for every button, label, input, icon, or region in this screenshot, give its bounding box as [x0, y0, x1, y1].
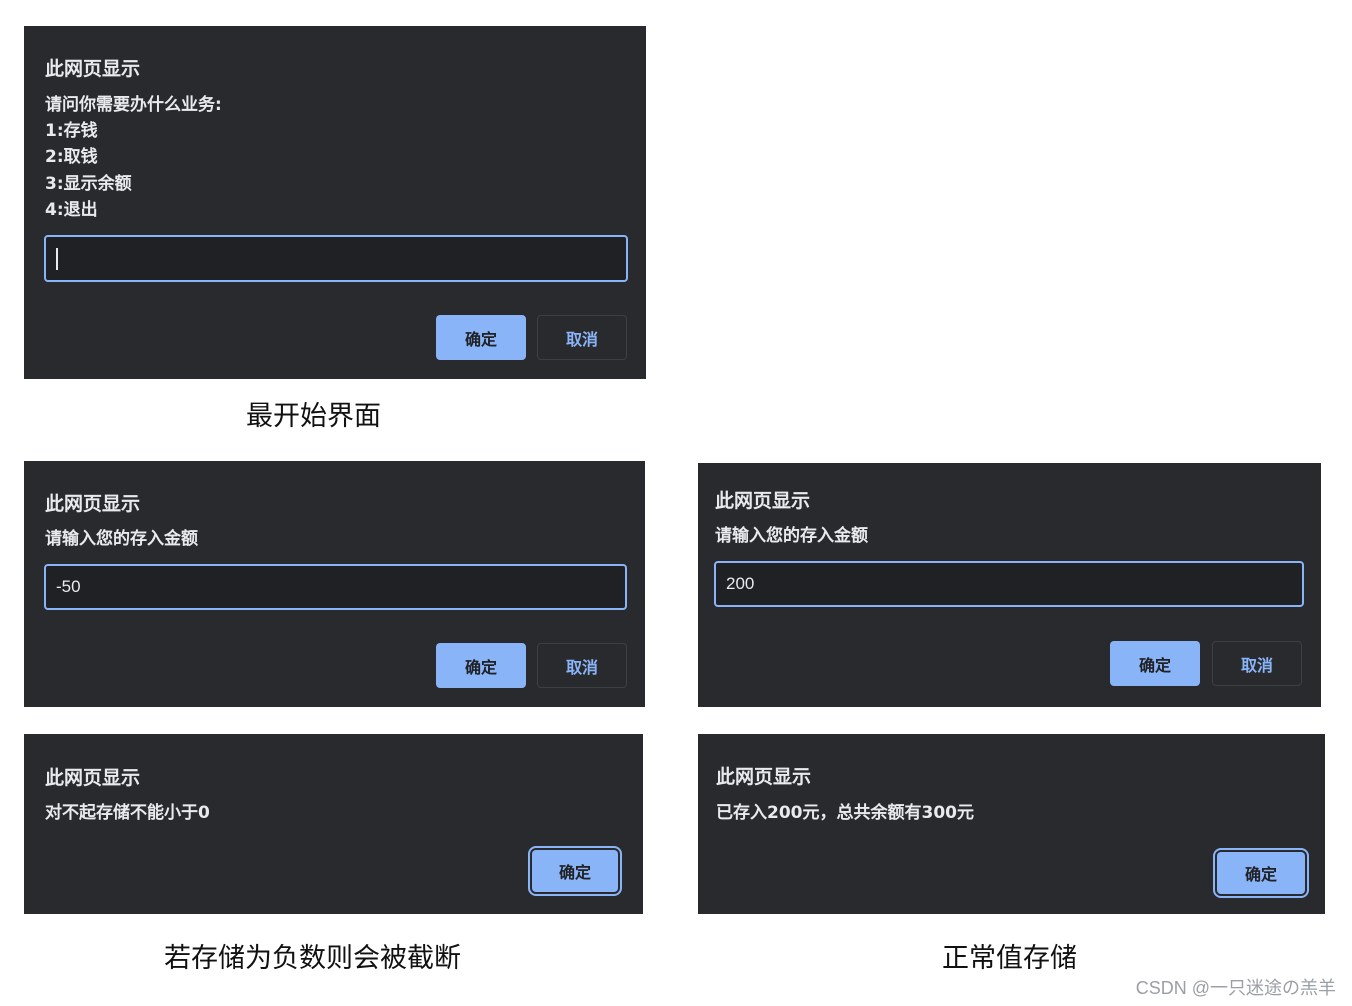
- ok-button[interactable]: 确定: [1110, 641, 1200, 686]
- dialog-message: 对不起存储不能小于0: [45, 803, 210, 823]
- prompt-input-value: -50: [56, 577, 81, 596]
- prompt-input[interactable]: 200: [714, 561, 1304, 607]
- ok-button[interactable]: 确定: [1217, 852, 1305, 894]
- ok-button[interactable]: 确定: [436, 643, 526, 688]
- cancel-button[interactable]: 取消: [537, 315, 627, 360]
- dialog-title: 此网页显示: [45, 493, 141, 515]
- dialog-message-line: 请问你需要办什么业务:: [45, 95, 222, 115]
- dialog-message-line: 4:退出: [45, 200, 98, 220]
- prompt-dialog-deposit-negative: 此网页显示 请输入您的存入金额 -50 确定 取消: [24, 461, 645, 707]
- ok-button[interactable]: 确定: [436, 315, 526, 360]
- prompt-input-value: 200: [726, 574, 755, 593]
- prompt-input[interactable]: -50: [44, 564, 627, 610]
- dialog-message: 已存入200元，总共余额有300元: [716, 803, 974, 823]
- prompt-input[interactable]: [44, 235, 628, 282]
- prompt-dialog-deposit-normal: 此网页显示 请输入您的存入金额 200 确定 取消: [698, 463, 1321, 707]
- caption-initial: 最开始界面: [246, 401, 381, 432]
- dialog-message-line: 2:取钱: [45, 147, 98, 167]
- caption-negative: 若存储为负数则会被截断: [164, 943, 461, 974]
- text-caret: [56, 247, 58, 270]
- prompt-dialog-menu: 此网页显示 请问你需要办什么业务: 1:存钱 2:取钱 3:显示余额 4:退出 …: [24, 26, 646, 379]
- caption-normal: 正常值存储: [942, 943, 1077, 974]
- dialog-title: 此网页显示: [716, 766, 812, 788]
- ok-button[interactable]: 确定: [532, 850, 618, 892]
- dialog-message: 请输入您的存入金额: [715, 526, 868, 546]
- dialog-message: 请输入您的存入金额: [45, 529, 198, 549]
- dialog-title: 此网页显示: [715, 490, 811, 512]
- alert-dialog-normal: 此网页显示 已存入200元，总共余额有300元 确定: [698, 734, 1325, 914]
- dialog-title: 此网页显示: [45, 58, 141, 80]
- watermark: CSDN @一只迷途の羔羊: [1135, 978, 1336, 998]
- dialog-message-line: 3:显示余额: [45, 174, 132, 194]
- cancel-button[interactable]: 取消: [1212, 641, 1302, 686]
- cancel-button[interactable]: 取消: [537, 643, 627, 688]
- alert-dialog-negative: 此网页显示 对不起存储不能小于0 确定: [24, 734, 643, 914]
- dialog-message-line: 1:存钱: [45, 121, 98, 141]
- dialog-title: 此网页显示: [45, 767, 141, 789]
